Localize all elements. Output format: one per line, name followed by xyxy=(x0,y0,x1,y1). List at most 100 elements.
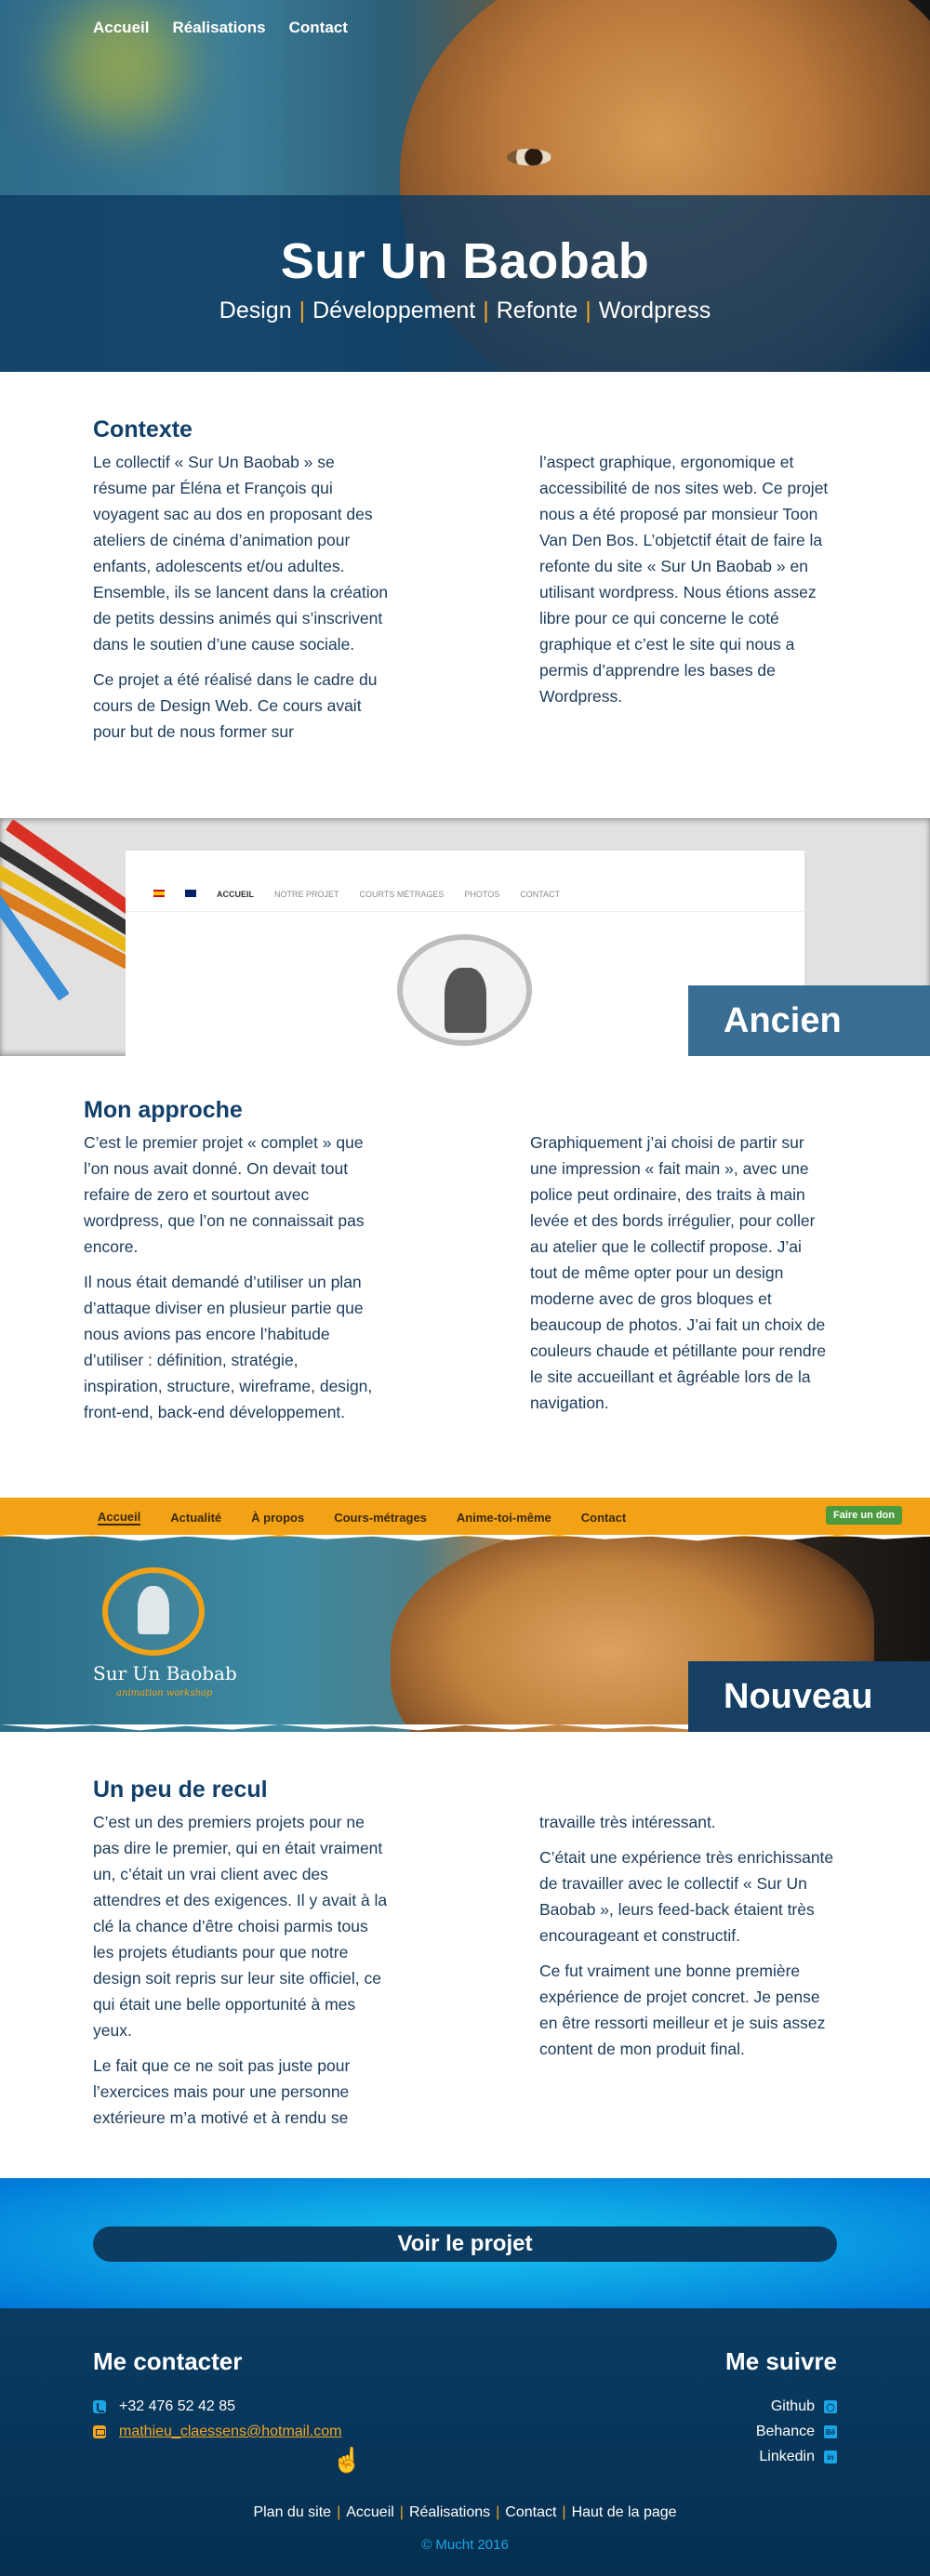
section-approche: Mon approche C’est le premier projet « c… xyxy=(0,1056,930,1498)
uk-flag-icon xyxy=(185,890,196,897)
github-icon: ◯ xyxy=(824,2400,837,2413)
new-nav-item: Anime-toi-même xyxy=(456,1510,551,1525)
paragraph: l’aspect graphique, ergonomique et acces… xyxy=(539,453,829,706)
baobab-tree-icon xyxy=(445,968,486,1033)
column-right: Graphiquement j’ai choisi de partir sur … xyxy=(530,1129,828,1434)
new-nav-item: Accueil xyxy=(98,1509,141,1526)
footer-link-plan[interactable]: Plan du site xyxy=(253,2504,331,2520)
phone-number: +32 476 52 42 85 xyxy=(119,2398,236,2414)
new-site-logo xyxy=(102,1567,205,1656)
project-tags: Design | Développement | Refonte | Wordpress xyxy=(0,297,930,324)
page-title: Sur Un Baobab xyxy=(280,233,650,289)
social-label: Github xyxy=(770,2398,815,2414)
new-site-screenshot: Accueil Actualité À propos Cours-métrage… xyxy=(0,1498,930,1732)
paragraph: Ce fut vraiment une bonne première expér… xyxy=(539,1962,826,2058)
footer-link-top[interactable]: Haut de la page xyxy=(572,2504,677,2520)
old-site-screenshot: ACCUEIL NOTRE PROJET COURTS MÉTRAGES PHO… xyxy=(0,818,930,1056)
section-contexte: Contexte Le collectif « Sur Un Baobab » … xyxy=(0,372,930,818)
behance-icon: Bē xyxy=(824,2425,837,2438)
link-separator: | xyxy=(337,2504,341,2520)
social-link-linkedin[interactable]: Linkedin in xyxy=(759,2449,837,2465)
footer-link-realisations[interactable]: Réalisations xyxy=(409,2504,490,2520)
link-separator: | xyxy=(399,2504,404,2520)
new-site-nav: Accueil Actualité À propos Cours-métrage… xyxy=(0,1498,930,1537)
section-title: Mon approche xyxy=(84,1097,243,1123)
paragraph: travaille très intéressant. xyxy=(539,1813,716,1831)
old-nav-item: ACCUEIL xyxy=(217,890,254,899)
main-nav: Accueil Réalisations Contact xyxy=(93,19,348,37)
social-link-github[interactable]: Github ◯ xyxy=(771,2398,837,2415)
paragraph: C’était une expérience très enrichissant… xyxy=(539,1848,834,1945)
link-separator: | xyxy=(496,2504,500,2520)
copyright: © Mucht 2016 xyxy=(421,2537,509,2553)
paragraph: Graphiquement j’ai choisi de partir sur … xyxy=(530,1133,827,1412)
new-site-logo-subtitle: animation workshop xyxy=(116,1688,213,1698)
phone-icon xyxy=(93,2400,106,2413)
column-left: Le collectif « Sur Un Baobab » se résume… xyxy=(93,449,391,754)
phone-row: +32 476 52 42 85 xyxy=(93,2398,235,2415)
two-columns: Le collectif « Sur Un Baobab » se résume… xyxy=(93,449,837,754)
social-link-behance[interactable]: Behance Bē xyxy=(756,2424,837,2440)
paragraph: Il nous était demandé d’utiliser un plan… xyxy=(84,1273,373,1421)
cta-section: Voir le projet xyxy=(0,2178,930,2308)
hero-title-band: Sur Un Baobab Design | Développement | Refon… xyxy=(0,195,930,372)
tag: Wordpress xyxy=(598,297,711,324)
new-nav-item: Actualité xyxy=(170,1510,222,1525)
linkedin-icon: in xyxy=(824,2451,837,2464)
footer-link-accueil[interactable]: Accueil xyxy=(346,2504,394,2520)
tag: Développement xyxy=(312,297,476,324)
column-left: C’est le premier projet « complet » que … xyxy=(84,1129,381,1434)
old-nav-item: CONTACT xyxy=(520,890,561,899)
baobab-logo xyxy=(397,934,532,1046)
tag: Design xyxy=(219,297,292,324)
footer-link-contact[interactable]: Contact xyxy=(505,2504,556,2520)
contact-title: Me contacter xyxy=(93,2347,243,2375)
new-site-logo-title: Sur Un Baobab xyxy=(93,1662,237,1684)
column-right: l’aspect graphique, ergonomique et acces… xyxy=(539,449,837,754)
link-separator: | xyxy=(562,2504,566,2520)
spanish-flag-icon xyxy=(153,890,165,897)
email-link[interactable]: mathieu_claessens@hotmail.com xyxy=(119,2424,341,2440)
nav-accueil[interactable]: Accueil xyxy=(93,19,149,37)
tag-separator: | xyxy=(585,297,591,324)
footer: Me contacter +32 476 52 42 85 mathieu_cl… xyxy=(0,2308,930,2576)
hero-photo-eye xyxy=(507,149,551,165)
nav-contact[interactable]: Contact xyxy=(289,19,348,37)
old-site-nav: ACCUEIL NOTRE PROJET COURTS MÉTRAGES PHO… xyxy=(126,851,804,912)
two-columns: C’est le premier projet « complet » que … xyxy=(84,1129,828,1434)
paragraph: Ce projet a été réalisé dans le cadre du… xyxy=(93,670,378,741)
paragraph: Le fait que ce ne soit pas juste pour l’… xyxy=(93,2056,351,2127)
follow-title: Me suivre xyxy=(725,2347,837,2375)
social-label: Linkedin xyxy=(759,2449,815,2464)
old-nav-item: PHOTOS xyxy=(464,890,500,899)
section-title: Un peu de recul xyxy=(93,1777,268,1803)
two-columns: C’est un des premiers projets pour ne pa… xyxy=(93,1809,837,2140)
tag-separator: | xyxy=(299,297,306,324)
social-label: Behance xyxy=(755,2424,815,2439)
old-site-label: Ancien site xyxy=(688,985,930,1056)
paragraph: C’est le premier projet « complet » que … xyxy=(84,1133,365,1256)
paragraph: C’est un des premiers projets pour ne pa… xyxy=(93,1813,388,2040)
section-recul: Un peu de recul C’est un des premiers pr… xyxy=(0,1732,930,2178)
old-nav-item: NOTRE PROJET xyxy=(274,890,339,899)
email-row: mathieu_claessens@hotmail.com xyxy=(93,2424,341,2440)
paragraph: Le collectif « Sur Un Baobab » se résume… xyxy=(93,453,389,654)
pencils-image xyxy=(0,818,158,1001)
nav-realisations[interactable]: Réalisations xyxy=(172,19,265,37)
tag: Refonte xyxy=(496,297,578,324)
baobab-tree-icon xyxy=(138,1586,169,1634)
hand-cursor-icon: ☝ xyxy=(332,2446,363,2474)
section-title: Contexte xyxy=(93,416,193,443)
donate-button: Faire un don xyxy=(826,1506,902,1525)
hero-banner: Accueil Réalisations Contact Sur Un Baob… xyxy=(0,0,930,372)
mail-icon xyxy=(93,2425,106,2438)
column-left: C’est un des premiers projets pour ne pa… xyxy=(93,1809,391,2140)
column-right: travaille très intéressant. C’était une … xyxy=(539,1809,837,2140)
old-nav-item: COURTS MÉTRAGES xyxy=(359,890,445,899)
new-site-label: Nouveau site xyxy=(688,1661,930,1732)
view-project-button[interactable]: Voir le projet xyxy=(93,2226,837,2262)
new-nav-item: À propos xyxy=(251,1510,305,1525)
new-nav-item: Cours-métrages xyxy=(334,1510,427,1525)
tag-separator: | xyxy=(483,297,489,324)
new-nav-item: Contact xyxy=(580,1510,627,1525)
